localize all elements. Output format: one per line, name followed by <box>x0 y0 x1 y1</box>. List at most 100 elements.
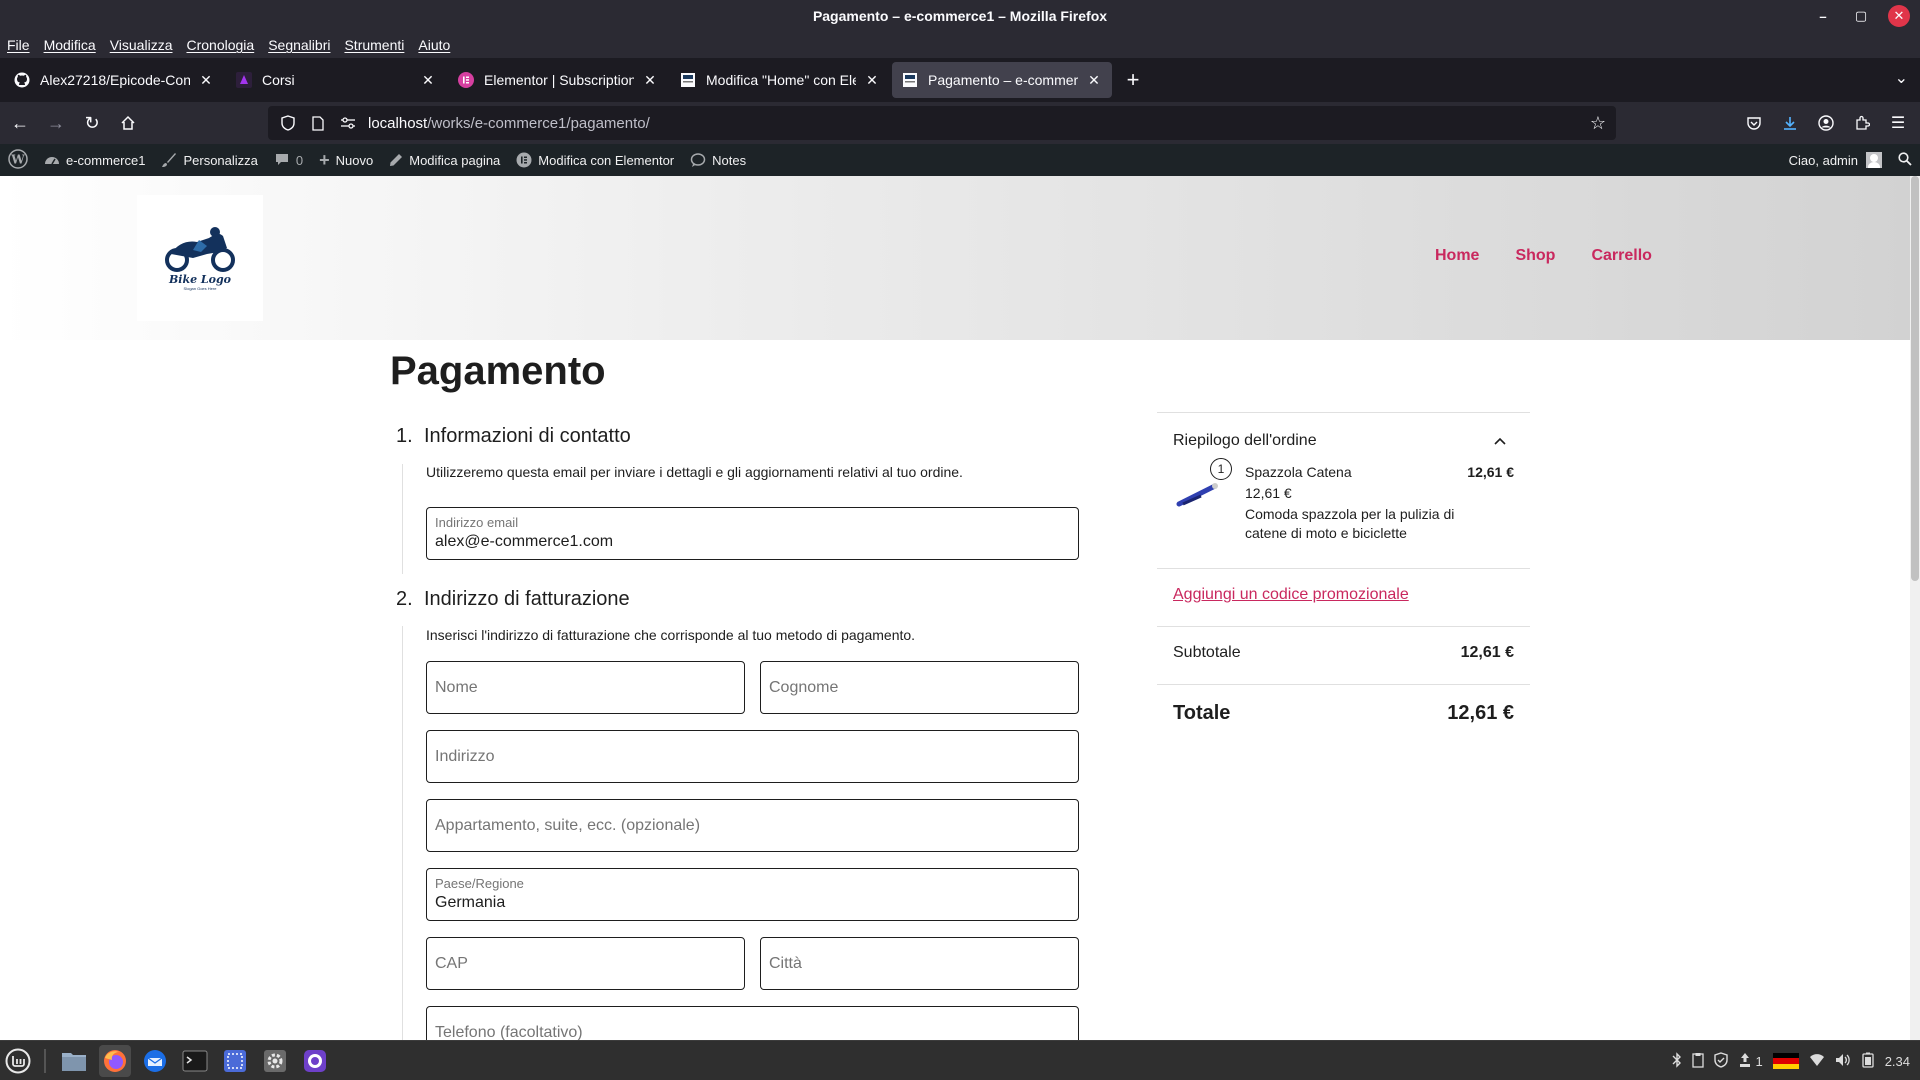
shield-icon[interactable] <box>278 113 298 133</box>
step-contact-description: Utilizzeremo questa email per inviare i … <box>426 464 963 480</box>
first-name-field[interactable]: Nome <box>426 661 745 714</box>
menu-visualizza[interactable]: Visualizza <box>110 37 173 53</box>
extensions-icon[interactable] <box>1846 107 1878 139</box>
thunderbird-icon[interactable] <box>139 1045 171 1077</box>
admin-account-menu[interactable]: Ciao, admin <box>1781 144 1890 176</box>
battery-icon[interactable] <box>1861 1052 1875 1071</box>
close-tab-icon[interactable]: ✕ <box>864 72 880 88</box>
email-field[interactable]: Indirizzo email alex@e-commerce1.com <box>426 507 1079 560</box>
new-tab-button[interactable]: + <box>1118 65 1148 95</box>
clock[interactable]: 2.34 <box>1885 1054 1910 1069</box>
hamburger-menu-icon[interactable]: ☰ <box>1882 107 1914 139</box>
firefox-icon[interactable] <box>99 1045 131 1077</box>
shield-icon[interactable] <box>1714 1051 1729 1071</box>
tab-github[interactable]: Alex27218/Epicode-Conseg ✕ <box>4 62 224 98</box>
email-label: Indirizzo email <box>435 515 519 530</box>
page-info-icon[interactable] <box>308 113 328 133</box>
tab-elementor[interactable]: Elementor | Subscriptions ✕ <box>448 62 668 98</box>
mint-menu-icon[interactable] <box>2 1045 34 1077</box>
admin-customize-label: Personalizza <box>183 152 258 168</box>
maximize-button[interactable]: ▢ <box>1850 5 1872 27</box>
url-text: localhost/works/e-commerce1/pagamento/ <box>368 115 650 132</box>
admin-search-button[interactable] <box>1890 144 1920 176</box>
menu-cronologia[interactable]: Cronologia <box>186 37 254 53</box>
home-button[interactable] <box>112 107 144 139</box>
admin-comments-link[interactable]: 0 <box>266 144 311 176</box>
admin-edit-elementor-link[interactable]: Modifica con Elementor <box>508 144 682 176</box>
address-field[interactable]: Indirizzo <box>426 730 1079 783</box>
step-title: Informazioni di contatto <box>424 425 631 447</box>
pencil-icon <box>389 153 403 167</box>
close-tab-icon[interactable]: ✕ <box>1086 72 1102 88</box>
screenshot-tool-icon[interactable] <box>219 1045 251 1077</box>
country-select[interactable]: Paese/Regione Germania <box>426 868 1079 921</box>
tab-pagamento[interactable]: Pagamento – e-commerce1 ✕ <box>892 62 1112 98</box>
url-path: /works/e-commerce1/pagamento/ <box>427 114 650 132</box>
chevron-down-icon[interactable]: ⌄ <box>1895 68 1908 88</box>
url-bar[interactable]: localhost/works/e-commerce1/pagamento/ ☆ <box>268 106 1616 140</box>
site-logo[interactable]: Bike Logo Slogan Goes Here <box>137 195 263 321</box>
admin-customize-link[interactable]: Personalizza <box>153 144 265 176</box>
wp-logo-menu[interactable]: W <box>0 144 36 176</box>
back-button[interactable]: ← <box>4 107 36 139</box>
volume-icon[interactable] <box>1835 1053 1851 1070</box>
menu-file[interactable]: File <box>7 37 30 53</box>
menu-strumenti[interactable]: Strumenti <box>344 37 404 53</box>
page-scrollbar[interactable] <box>1910 176 1920 1040</box>
nav-shop-link[interactable]: Shop <box>1515 247 1555 265</box>
step-number: 2. <box>396 588 413 610</box>
keyboard-layout-flag-icon[interactable] <box>1772 1053 1799 1069</box>
total-label: Totale <box>1173 702 1231 724</box>
divider <box>1157 684 1530 685</box>
bluetooth-icon[interactable] <box>1672 1051 1682 1071</box>
close-window-button[interactable]: ✕ <box>1888 5 1910 27</box>
last-name-field[interactable]: Cognome <box>760 661 1079 714</box>
tab-corsi[interactable]: Corsi ✕ <box>226 62 446 98</box>
step-billing-description: Inserisci l'indirizzo di fatturazione ch… <box>426 627 916 643</box>
files-icon[interactable] <box>58 1045 90 1077</box>
subtotal-label: Subtotale <box>1173 644 1241 661</box>
scrollbar-thumb[interactable] <box>1911 176 1919 581</box>
downloads-icon[interactable] <box>1774 107 1806 139</box>
admin-edit-page-link[interactable]: Modifica pagina <box>381 144 508 176</box>
city-field[interactable]: Città <box>760 937 1079 990</box>
tab-modifica-home[interactable]: Modifica "Home" con Eleme ✕ <box>670 62 890 98</box>
step-title: Indirizzo di fatturazione <box>424 588 630 610</box>
svg-text:W: W <box>10 152 25 166</box>
phone-field[interactable]: Telefono (facoltativo) <box>426 1006 1079 1040</box>
admin-new-link[interactable]: + Nuovo <box>311 144 381 176</box>
github-desktop-icon[interactable] <box>299 1045 331 1077</box>
menu-aiuto[interactable]: Aiuto <box>418 37 450 53</box>
forward-button[interactable]: → <box>40 107 72 139</box>
admin-comments-count: 0 <box>295 152 304 168</box>
account-icon[interactable] <box>1810 107 1842 139</box>
nav-cart-link[interactable]: Carrello <box>1591 247 1651 265</box>
minimize-button[interactable]: – <box>1812 5 1834 27</box>
elementor-icon <box>516 152 532 168</box>
order-summary-title[interactable]: Riepilogo dell'ordine <box>1173 432 1317 450</box>
close-tab-icon[interactable]: ✕ <box>420 72 436 88</box>
admin-edit-elementor-label: Modifica con Elementor <box>538 152 675 168</box>
menu-modifica[interactable]: Modifica <box>44 37 96 53</box>
pocket-icon[interactable] <box>1738 107 1770 139</box>
menu-segnalibri[interactable]: Segnalibri <box>268 37 330 53</box>
update-notifier[interactable]: 1 <box>1738 1052 1763 1071</box>
reload-button[interactable]: ↻ <box>76 107 108 139</box>
clipboard-icon[interactable] <box>1692 1052 1705 1071</box>
product-line-total: 12,61 € <box>1467 464 1514 480</box>
permissions-icon[interactable] <box>338 113 358 133</box>
admin-notes-link[interactable]: Notes <box>682 144 754 176</box>
motorbike-icon <box>163 226 237 277</box>
settings-gear-icon[interactable] <box>259 1045 291 1077</box>
add-coupon-link[interactable]: Aggiungi un codice promozionale <box>1173 586 1409 604</box>
nav-home-link[interactable]: Home <box>1435 247 1479 265</box>
address2-field[interactable]: Appartamento, suite, ecc. (opzionale) <box>426 799 1079 852</box>
chevron-up-icon[interactable] <box>1494 434 1506 448</box>
terminal-icon[interactable] <box>179 1045 211 1077</box>
close-tab-icon[interactable]: ✕ <box>198 72 214 88</box>
bookmark-star-icon[interactable]: ☆ <box>1590 113 1606 134</box>
wifi-icon[interactable] <box>1809 1053 1825 1070</box>
postcode-field[interactable]: CAP <box>426 937 745 990</box>
close-tab-icon[interactable]: ✕ <box>642 72 658 88</box>
admin-site-link[interactable]: e-commerce1 <box>36 144 153 176</box>
